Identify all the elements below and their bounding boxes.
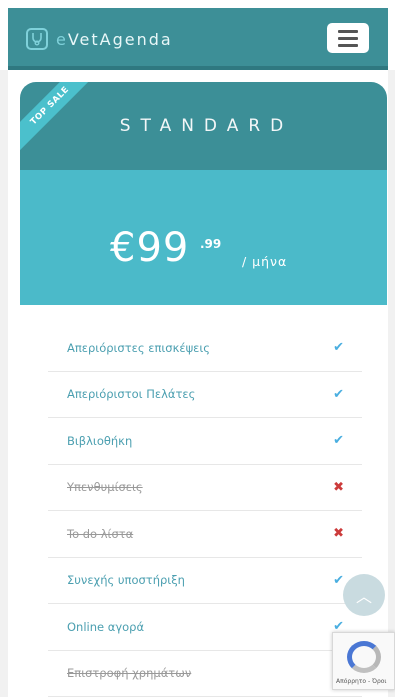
top-sale-ribbon: TOP SALE [20,82,100,156]
cross-icon: ✖ [333,479,344,495]
check-icon: ✔ [333,572,344,588]
plan-name: STANDARD [119,116,294,136]
feature-label: Απεριόριστες επισκέψεις [67,340,211,355]
check-icon: ✔ [333,433,344,449]
stethoscope-icon [26,28,48,50]
feature-label: To do λίστα [67,526,134,541]
price-amount: €99 [110,225,190,271]
plan-header: TOP SALE STANDARD [20,82,387,170]
menu-bar-icon [338,43,358,47]
feature-label: Βιβλιοθήκη [67,433,133,448]
feature-item: Υπενθυμίσεις ✖ [48,465,362,511]
feature-label: Online αγορά [67,619,145,634]
check-icon: ✔ [333,386,344,402]
menu-bar-icon [338,36,358,40]
menu-bar-icon [338,29,358,33]
chevron-up-icon: ︿ [355,587,372,606]
recaptcha-badge[interactable]: Απόρρητο - Όροι [332,632,395,690]
feature-item: To do λίστα ✖ [48,511,362,558]
brand-logo[interactable]: eVetAgenda [26,28,173,50]
recaptcha-terms-link[interactable]: Απόρρητο - Όροι [336,678,386,685]
page-gutter-right [388,70,395,697]
feature-item: Online αγορά ✔ [48,604,362,651]
feature-label: Συνεχής υποστήριξη [67,573,185,588]
price-cents: .99 [200,237,222,251]
feature-item: Επιστροφή χρημάτων [48,651,362,697]
cross-icon: ✖ [333,526,344,542]
hamburger-menu-button[interactable] [327,23,369,53]
price-box: €99 .99 / μήνα [20,170,387,305]
page-gutter-left [0,70,8,697]
recaptcha-icon [347,641,381,673]
check-icon: ✔ [333,340,344,356]
feature-item: Συνεχής υποστήριξη ✔ [48,558,362,604]
feature-label: Υπενθυμίσεις [67,480,143,495]
feature-label: Επιστροφή χρημάτων [67,666,192,681]
top-navbar: eVetAgenda [8,8,388,70]
feature-label: Απεριόριστοι Πελάτες [67,387,196,402]
brand-name: eVetAgenda [56,29,173,49]
price-period: / μήνα [242,254,288,269]
scroll-to-top-button[interactable]: ︿ [343,574,385,616]
feature-item: Βιβλιοθήκη ✔ [48,418,362,465]
feature-item: Απεριόριστοι Πελάτες ✔ [48,372,362,418]
pricing-card: TOP SALE STANDARD €99 .99 / μήνα Απεριόρ… [20,82,387,697]
feature-item: Απεριόριστες επισκέψεις ✔ [48,325,362,372]
